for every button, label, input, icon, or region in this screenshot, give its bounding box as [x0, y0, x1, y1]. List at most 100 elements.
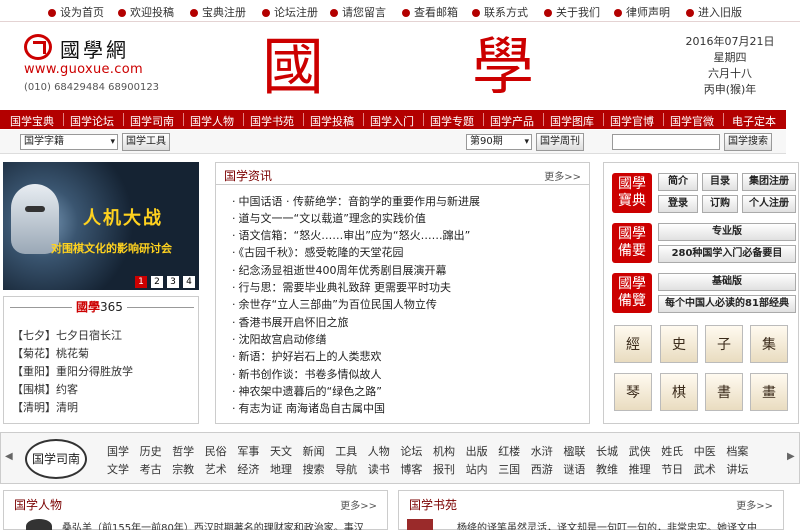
- tool-select[interactable]: 国学字籍: [20, 134, 118, 150]
- news-item[interactable]: 纪念汤显祖逝世400周年优秀剧目展演开幕: [232, 262, 447, 278]
- zi-icon[interactable]: 子: [705, 325, 743, 363]
- category-link[interactable]: 西游: [531, 461, 553, 477]
- category-link[interactable]: 哲学: [172, 443, 194, 459]
- nav-item[interactable]: 国学官博: [610, 113, 654, 129]
- weekly-button[interactable]: 国学周刊: [536, 133, 584, 151]
- banner-page-4[interactable]: 4: [183, 276, 195, 288]
- intro-button[interactable]: 简介: [658, 173, 698, 191]
- personal-register-button[interactable]: 个人注册: [742, 195, 796, 213]
- nav-item[interactable]: 国学专题: [430, 113, 474, 129]
- nav-item[interactable]: 国学宝典: [10, 113, 54, 129]
- topnav-item-legal[interactable]: 律师声明: [614, 4, 670, 20]
- category-link[interactable]: 地理: [270, 461, 292, 477]
- category-link[interactable]: 搜索: [303, 461, 325, 477]
- books-more-link[interactable]: 更多>>: [736, 497, 773, 512]
- news-item[interactable]: 新语：护好岩石上的人类悲欢: [232, 348, 382, 364]
- banner-page-2[interactable]: 2: [151, 276, 163, 288]
- list-item[interactable]: 【菊花】桃花菊: [12, 345, 89, 361]
- topnav-item-message[interactable]: 请您留言: [330, 4, 386, 20]
- hua-icon[interactable]: 畫: [750, 373, 788, 411]
- category-link[interactable]: 谜语: [563, 461, 585, 477]
- shi-icon[interactable]: 史: [660, 325, 698, 363]
- nav-item[interactable]: 国学入门: [370, 113, 414, 129]
- tag-beiyao[interactable]: 國學 備要: [612, 223, 652, 263]
- category-link[interactable]: 推理: [629, 461, 651, 477]
- news-item[interactable]: 中国话语 · 传薪绝学：音韵学的重要作用与新进展: [232, 193, 481, 209]
- category-link[interactable]: 天文: [270, 443, 292, 459]
- news-item[interactable]: 有志为证 南海诸岛自古属中国: [232, 400, 386, 416]
- category-link[interactable]: 中医: [694, 443, 716, 459]
- scroll-left-icon[interactable]: ◀: [5, 451, 13, 462]
- news-item[interactable]: 新书创作谈：书卷多情似故人: [232, 366, 382, 382]
- nav-item[interactable]: 国学产品: [490, 113, 534, 129]
- basic-edition-button[interactable]: 基础版: [658, 273, 796, 291]
- people-snippet[interactable]: 桑弘羊（前155年一前80年）西汉时期著名的理财家和政治家。事汉: [62, 519, 364, 530]
- category-link[interactable]: 人物: [368, 443, 390, 459]
- category-link[interactable]: 长城: [596, 443, 618, 459]
- topnav-item-contribute[interactable]: 欢迎投稿: [118, 4, 174, 20]
- pro-edition-desc[interactable]: 280种国学入门必备要目: [658, 245, 796, 263]
- category-link[interactable]: 节日: [661, 461, 683, 477]
- issue-select[interactable]: 第90期: [466, 134, 532, 150]
- nav-item[interactable]: 国学论坛: [70, 113, 114, 129]
- list-item[interactable]: 【七夕】七夕日宿长江: [12, 327, 122, 343]
- login-button[interactable]: 登录: [658, 195, 698, 213]
- category-link[interactable]: 楹联: [563, 443, 585, 459]
- sinan-seal[interactable]: 国学司南: [25, 439, 87, 479]
- topnav-item-forum-register[interactable]: 论坛注册: [262, 4, 318, 20]
- news-more-link[interactable]: 更多>>: [544, 168, 581, 183]
- category-link[interactable]: 新闻: [303, 443, 325, 459]
- nav-item[interactable]: 国学人物: [190, 113, 234, 129]
- news-item[interactable]: 道与文一一“文以载道”理念的实践价值: [232, 210, 426, 226]
- category-link[interactable]: 经济: [237, 461, 259, 477]
- news-item[interactable]: 《古园千秋》：感受乾隆的天堂花园: [232, 244, 404, 260]
- category-link[interactable]: 工具: [335, 443, 357, 459]
- topnav-item-contact[interactable]: 联系方式: [472, 4, 528, 20]
- category-link[interactable]: 教维: [596, 461, 618, 477]
- category-link[interactable]: 国学: [107, 443, 129, 459]
- category-link[interactable]: 艺术: [205, 461, 227, 477]
- site-logo[interactable]: 國學網 www.guoxue.com (010) 68429484 689001…: [22, 32, 182, 102]
- category-link[interactable]: 报刊: [433, 461, 455, 477]
- category-link[interactable]: 导航: [335, 461, 357, 477]
- jing-icon[interactable]: 經: [614, 325, 652, 363]
- topnav-item-mailbox[interactable]: 查看邮箱: [402, 4, 458, 20]
- qin-icon[interactable]: 琴: [614, 373, 652, 411]
- search-button[interactable]: 国学搜索: [724, 133, 772, 151]
- topnav-item-old-version[interactable]: 进入旧版: [686, 4, 742, 20]
- shu-icon[interactable]: 書: [705, 373, 743, 411]
- order-button[interactable]: 订购: [702, 195, 738, 213]
- news-item[interactable]: 语文信箱：“怒火……审出”应为“怒火……蹿出”: [232, 227, 471, 243]
- category-link[interactable]: 历史: [140, 443, 162, 459]
- topnav-item-about[interactable]: 关于我们: [544, 4, 600, 20]
- category-link[interactable]: 水浒: [531, 443, 553, 459]
- category-link[interactable]: 红楼: [498, 443, 520, 459]
- category-link[interactable]: 讲坛: [726, 461, 748, 477]
- scroll-right-icon[interactable]: ▶: [787, 451, 795, 462]
- category-link[interactable]: 站内: [466, 461, 488, 477]
- nav-item[interactable]: 国学投稿: [310, 113, 354, 129]
- tag-beilan[interactable]: 國學 備覽: [612, 273, 652, 313]
- basic-edition-desc[interactable]: 每个中国人必读的81部经典: [658, 295, 796, 313]
- category-link[interactable]: 考古: [140, 461, 162, 477]
- category-link[interactable]: 姓氏: [661, 443, 683, 459]
- qi-icon[interactable]: 棋: [660, 373, 698, 411]
- books-snippet[interactable]: 杨绛的译笔虽然灵活，译文却是一句叮一句的，非常忠实。她译文中: [457, 519, 757, 530]
- topnav-item-set-home[interactable]: 设为首页: [48, 4, 104, 20]
- feature-banner[interactable]: 人机大战 对围棋文化的影响研讨会 1 2 3 4: [3, 162, 199, 290]
- news-item[interactable]: 神农架中遗暮后的“绿色之路”: [232, 383, 382, 399]
- category-link[interactable]: 武术: [694, 461, 716, 477]
- nav-item[interactable]: 国学官微: [670, 113, 714, 129]
- tag-baodian[interactable]: 國學 寶典: [612, 173, 652, 213]
- people-more-link[interactable]: 更多>>: [340, 497, 377, 512]
- category-link[interactable]: 宗教: [172, 461, 194, 477]
- news-item[interactable]: 沈阳故宫启动修缮: [232, 331, 327, 347]
- search-input[interactable]: [612, 134, 720, 150]
- category-link[interactable]: 论坛: [400, 443, 422, 459]
- category-link[interactable]: 机构: [433, 443, 455, 459]
- tool-button[interactable]: 国学工具: [122, 133, 170, 151]
- ji-icon[interactable]: 集: [750, 325, 788, 363]
- list-item[interactable]: 【清明】清明: [12, 399, 78, 415]
- category-link[interactable]: 三国: [498, 461, 520, 477]
- nav-item[interactable]: 国学司南: [130, 113, 174, 129]
